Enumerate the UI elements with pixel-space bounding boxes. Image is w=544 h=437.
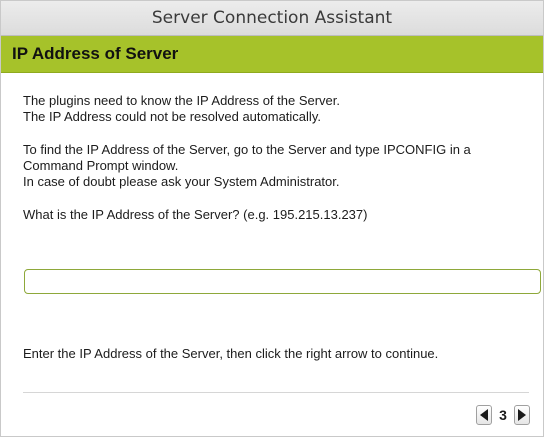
instructions-line: To find the IP Address of the Server, go…: [23, 142, 471, 157]
footer-instruction: Enter the IP Address of the Server, then…: [23, 346, 439, 361]
window-titlebar: Server Connection Assistant: [1, 1, 543, 36]
intro-paragraph: The plugins need to know the IP Address …: [23, 73, 525, 125]
intro-line: The plugins need to know the IP Address …: [23, 93, 341, 108]
pager: 3: [476, 404, 530, 426]
content-area: The plugins need to know the IP Address …: [1, 73, 543, 223]
assistant-window: Server Connection Assistant IP Address o…: [0, 0, 544, 437]
instructions-line: In case of doubt please ask your System …: [23, 174, 340, 189]
triangle-right-icon: [518, 409, 526, 421]
footer-divider: [23, 392, 529, 393]
section-title: IP Address of Server: [12, 44, 179, 63]
triangle-left-icon: [480, 409, 488, 421]
page-number: 3: [499, 407, 507, 423]
instructions-line: Command Prompt window.: [23, 158, 179, 173]
ip-address-input[interactable]: [24, 269, 541, 294]
instructions-paragraph: To find the IP Address of the Server, go…: [23, 125, 525, 190]
previous-page-button[interactable]: [476, 405, 492, 425]
next-page-button[interactable]: [514, 405, 530, 425]
section-header: IP Address of Server: [1, 36, 543, 73]
window-title: Server Connection Assistant: [151, 8, 393, 28]
intro-line: The IP Address could not be resolved aut…: [23, 109, 321, 124]
ip-input-row: [24, 269, 541, 294]
question-text: What is the IP Address of the Server? (e…: [23, 207, 368, 222]
